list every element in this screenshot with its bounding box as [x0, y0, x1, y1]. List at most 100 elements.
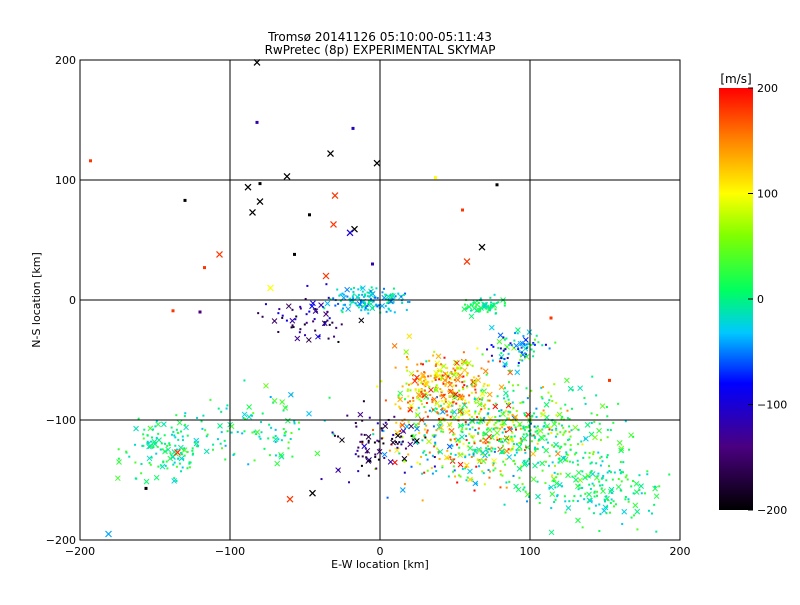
data-point — [507, 381, 510, 384]
data-point — [598, 422, 601, 425]
data-point — [513, 339, 516, 342]
data-cross — [322, 272, 330, 280]
data-point — [504, 348, 507, 351]
data-point — [333, 434, 336, 437]
data-point — [503, 503, 506, 506]
data-point — [509, 342, 512, 345]
data-point — [491, 359, 494, 362]
data-point — [580, 440, 583, 443]
data-point — [410, 382, 413, 385]
data-point — [614, 503, 617, 506]
data-point — [314, 329, 317, 332]
data-point — [155, 452, 158, 455]
data-point — [337, 340, 340, 343]
data-point — [485, 428, 488, 431]
data-point — [391, 292, 394, 295]
data-point — [456, 443, 459, 446]
data-point — [468, 433, 471, 436]
data-point — [391, 437, 394, 440]
data-point — [462, 395, 465, 398]
data-point — [476, 347, 479, 350]
data-point — [406, 355, 409, 358]
data-cross — [176, 419, 183, 426]
data-cross — [494, 429, 500, 436]
data-point — [142, 437, 145, 440]
data-point — [420, 455, 423, 458]
data-point — [444, 398, 447, 401]
data-cross — [390, 439, 396, 446]
data-cross — [216, 250, 223, 258]
data-point — [668, 473, 671, 476]
data-point — [162, 460, 165, 463]
data-point — [270, 426, 273, 429]
data-point — [443, 393, 446, 396]
data-cross — [488, 324, 495, 331]
data-point — [351, 301, 354, 304]
data-point — [536, 429, 539, 432]
data-point — [281, 316, 284, 319]
data-point — [442, 430, 445, 433]
data-point — [274, 435, 277, 438]
data-point — [599, 513, 602, 516]
data-cross — [549, 491, 556, 497]
data-point — [527, 342, 530, 345]
data-point — [598, 503, 601, 506]
data-point — [522, 488, 525, 491]
data-point — [472, 454, 475, 457]
data-cross — [285, 303, 292, 310]
data-point — [372, 300, 375, 303]
data-point — [541, 446, 544, 449]
data-point — [514, 428, 517, 431]
data-point — [223, 439, 226, 442]
data-point — [610, 498, 613, 501]
chart-title: Tromsø 20141126 05:10:00-05:11:43 — [267, 30, 492, 44]
y-tick-label: 0 — [69, 294, 76, 307]
data-point — [505, 436, 508, 439]
data-point — [480, 398, 483, 401]
data-point — [393, 311, 396, 314]
data-point — [434, 378, 437, 381]
data-point — [492, 345, 495, 348]
data-point — [561, 415, 564, 418]
data-point — [395, 441, 398, 444]
data-point — [183, 198, 187, 202]
data-point — [499, 423, 502, 426]
data-cross — [463, 258, 471, 266]
data-point — [606, 471, 609, 474]
data-point — [354, 302, 357, 305]
data-point — [573, 495, 576, 498]
data-point — [627, 500, 630, 503]
data-cross — [496, 338, 503, 345]
data-point — [590, 421, 593, 424]
data-point — [287, 447, 290, 450]
data-cross — [586, 491, 592, 498]
data-point — [381, 291, 384, 294]
data-point — [422, 395, 425, 398]
data-point — [504, 463, 507, 466]
data-cross — [459, 434, 465, 440]
data-point — [420, 388, 423, 391]
data-cross — [246, 413, 252, 420]
data-point — [512, 443, 515, 446]
data-point — [551, 444, 554, 447]
data-point — [295, 315, 298, 318]
data-point — [568, 425, 571, 428]
data-point — [420, 362, 423, 365]
data-point — [436, 411, 439, 414]
data-point — [499, 486, 502, 489]
data-point — [150, 436, 153, 439]
data-point — [490, 303, 493, 306]
data-point — [477, 302, 480, 305]
data-point — [168, 444, 171, 447]
data-point — [440, 430, 443, 433]
data-point — [206, 433, 209, 436]
data-point — [438, 378, 441, 381]
data-point — [269, 395, 272, 398]
data-point — [461, 428, 464, 431]
data-point — [473, 442, 476, 445]
data-point — [236, 430, 239, 433]
data-point — [510, 435, 513, 438]
data-point — [496, 395, 499, 398]
data-cross — [498, 384, 505, 390]
data-point — [541, 469, 544, 472]
